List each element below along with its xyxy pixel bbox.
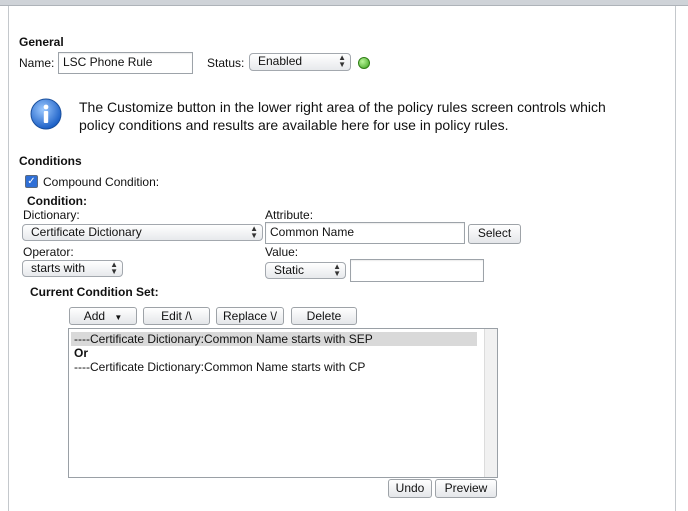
caret-down-icon: ▼ — [114, 313, 123, 322]
name-label: Name: — [19, 56, 55, 70]
undo-button[interactable]: Undo — [388, 479, 432, 498]
edit-button[interactable]: Edit /\ — [143, 307, 210, 325]
value-label: Value: — [265, 245, 299, 259]
dictionary-label: Dictionary: — [23, 208, 80, 222]
checkmark-icon: ✓ — [27, 176, 36, 187]
list-item[interactable]: Or — [71, 346, 477, 360]
value-type-select-value: Static — [274, 263, 305, 277]
operator-label: Operator: — [23, 245, 74, 259]
list-item[interactable]: ----Certificate Dictionary:Common Name s… — [71, 332, 477, 346]
name-input[interactable]: LSC Phone Rule — [58, 52, 193, 74]
select-arrows-icon: ▲ ▼ — [338, 53, 346, 69]
info-line-1: The Customize button in the lower right … — [79, 99, 606, 115]
dictionary-select-value: Certificate Dictionary — [31, 225, 142, 239]
select-arrows-icon: ▲ ▼ — [110, 260, 118, 276]
status-select[interactable]: Enabled ▲ ▼ — [249, 53, 351, 71]
replace-button[interactable]: Replace \/ — [216, 307, 284, 325]
select-attribute-button[interactable]: Select — [468, 224, 521, 244]
general-heading: General — [19, 35, 64, 49]
delete-button[interactable]: Delete — [291, 307, 357, 325]
value-input[interactable] — [350, 259, 484, 282]
compound-condition-label: Compound Condition: — [43, 175, 160, 189]
add-button[interactable]: Add ▼ — [69, 307, 137, 325]
status-select-value: Enabled — [258, 54, 303, 68]
attribute-label: Attribute: — [265, 208, 314, 222]
status-label: Status: — [207, 56, 245, 70]
add-button-label: Add — [83, 309, 106, 323]
select-arrows-icon: ▲ ▼ — [333, 262, 341, 278]
value-type-select[interactable]: Static ▲ ▼ — [265, 262, 346, 279]
condition-set-list[interactable]: ----Certificate Dictionary:Common Name s… — [68, 328, 498, 478]
compound-condition-checkbox[interactable]: ✓ — [25, 175, 38, 188]
status-enabled-led-icon — [358, 57, 370, 69]
preview-button[interactable]: Preview — [435, 479, 497, 498]
list-scrollbar[interactable] — [484, 329, 497, 477]
select-arrows-icon: ▲ ▼ — [250, 224, 258, 240]
operator-select[interactable]: starts with ▲ ▼ — [22, 260, 123, 277]
info-line-2: policy conditions and results are availa… — [79, 117, 509, 133]
current-condition-set-heading: Current Condition Set: — [30, 285, 159, 299]
info-icon — [30, 98, 62, 130]
operator-select-value: starts with — [31, 261, 86, 275]
conditions-heading: Conditions — [19, 154, 82, 168]
dictionary-select[interactable]: Certificate Dictionary ▲ ▼ — [22, 224, 263, 241]
attribute-input[interactable]: Common Name — [265, 222, 465, 244]
condition-heading: Condition: — [27, 194, 87, 208]
list-item[interactable]: ----Certificate Dictionary:Common Name s… — [71, 360, 477, 374]
